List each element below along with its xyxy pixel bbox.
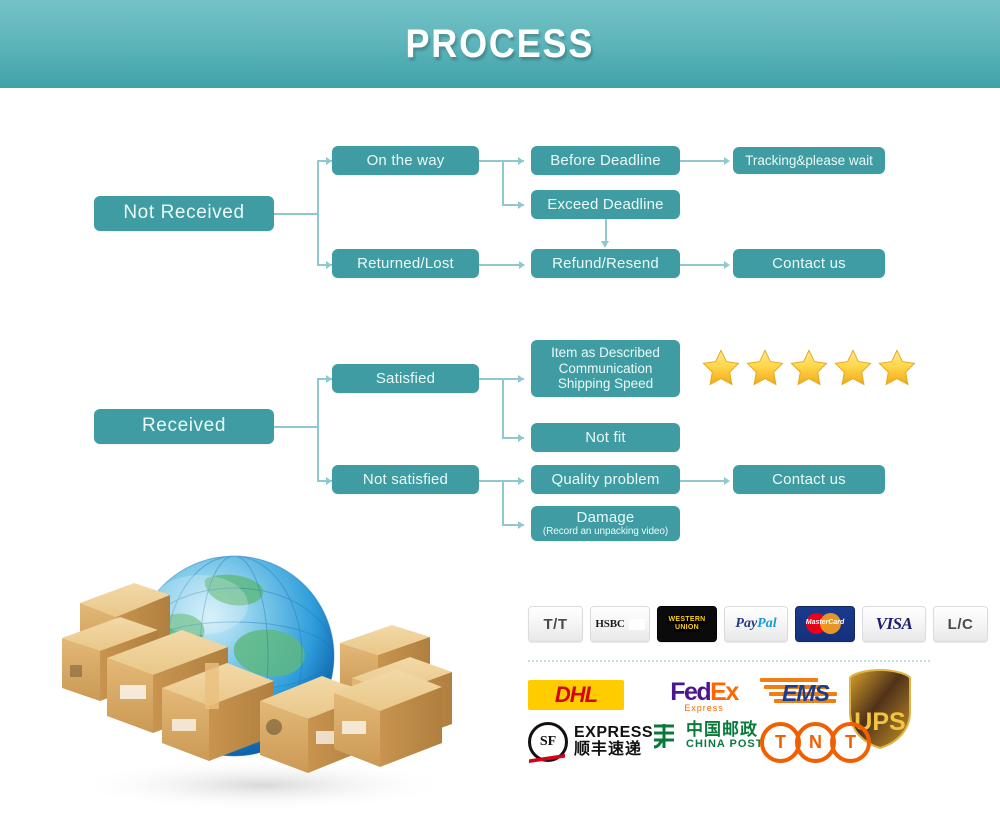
node-not-satisfied[interactable]: Not satisfied [332,465,479,494]
payment-label-paypal-b: Pal [757,616,777,631]
carrier-label-ems: EMS [782,680,830,706]
node-received[interactable]: Received [94,409,274,444]
carrier-label-fedex-a: Fed [670,678,711,706]
payment-label-mastercard: MasterCard [805,619,845,626]
arrow-to-quality-problem [518,476,524,485]
node-contact-us-2[interactable]: Contact us [733,465,885,494]
arrow-quality-to-contact [724,476,730,485]
connector-root-trunk [317,160,319,265]
process-infographic-page: PROCESS Not Received On the way Returned… [0,0,1000,836]
carrier-logo-sf-express[interactable]: SF EXPRESS 顺丰速递 [528,722,654,763]
node-returned-lost[interactable]: Returned/Lost [332,249,479,278]
node-exceed-deadline[interactable]: Exceed Deadline [531,190,680,219]
section-divider [528,660,930,662]
node-on-the-way[interactable]: On the way [332,146,479,175]
rating-stars [702,348,916,386]
connector-refund-to-contact [680,264,726,266]
star-icon [702,349,740,386]
node-not-received[interactable]: Not Received [94,196,274,231]
node-refund-resend[interactable]: Refund/Resend [531,249,680,278]
carrier-label-chinapost-cn: 中国邮政 [686,719,758,739]
sf-circle-icon: SF [528,722,568,763]
connector-notsatisfied-trunk [502,480,504,525]
connector-received-stem [274,426,318,428]
carrier-label-tnt-3: T [845,732,856,752]
payment-methods-row: T/T HSBC WESTERN UNION Pay Pal MasterCard… [528,606,988,642]
arrow-to-rating-box [518,374,524,383]
payment-logo-tt[interactable]: T/T [528,606,583,642]
carrier-logo-fedex[interactable]: FedEx Express [658,678,750,713]
rating-criteria-line-2: Communication [558,360,653,376]
node-before-deadline[interactable]: Before Deadline [531,146,680,175]
connector-exceed-to-refund [605,219,607,243]
carrier-mark-sf: SF [539,734,557,749]
payment-logo-hsbc[interactable]: HSBC [590,606,650,642]
arrow-to-exceed-deadline [518,200,524,209]
node-contact-us-1[interactable]: Contact us [733,249,885,278]
arrow-refund-to-contact [724,260,730,269]
damage-title: Damage [576,508,635,526]
payment-logo-western-union[interactable]: WESTERN UNION [657,606,717,642]
payment-label-paypal-a: Pay [735,616,758,631]
payment-logo-mastercard[interactable]: MasterCard [795,606,855,642]
carrier-label-chinapost-en: CHINA POST [686,737,764,750]
payment-logo-lc[interactable]: L/C [933,606,988,642]
connector-returned-to-refund [479,264,524,266]
carrier-label-sf-en: EXPRESS [574,724,654,742]
node-not-fit[interactable]: Not fit [531,423,680,452]
node-satisfied[interactable]: Satisfied [332,364,479,393]
connector-to-tracking [680,160,726,162]
connector-received-trunk [317,378,319,480]
star-icon [790,349,828,386]
star-icon [878,349,916,386]
rating-criteria-line-1: Item as Described [551,344,660,360]
connector-quality-to-contact [680,480,726,482]
payment-label-wu-line1: WESTERN [667,616,707,624]
carrier-label-tnt-1: T [775,732,786,752]
carrier-logo-tnt[interactable]: T N T [760,722,871,763]
arrow-returned-to-refund [519,260,525,269]
carrier-logo-china-post[interactable]: 中国邮政 CHINA POST [648,720,763,752]
payment-label-visa: VISA [875,614,913,633]
connector-root-stem [274,213,318,215]
hsbc-hexagon-icon [628,618,645,630]
arrow-to-tracking [724,156,730,165]
payment-logo-paypal[interactable]: Pay Pal [724,606,788,642]
carrier-logo-dhl[interactable]: DHL [528,680,624,710]
arrow-to-before-deadline [518,156,524,165]
connector-satisfied-trunk [502,378,504,438]
damage-subtitle: (Record an unpacking video) [542,526,669,538]
sf-red-swoosh-icon [529,754,565,763]
payment-logo-visa[interactable]: VISA [862,606,926,642]
arrow-to-damage [518,520,524,529]
star-icon [834,349,872,386]
carrier-label-fedex-b: Ex [710,678,739,706]
arrow-exceed-to-refund [601,241,609,248]
china-post-emblem-icon [653,724,674,749]
page-title: PROCESS [405,21,595,66]
carrier-label-dhl: DHL [554,682,598,707]
globe-illustration [62,555,452,811]
node-rating-criteria[interactable]: Item as Described Communication Shipping… [531,340,680,397]
node-quality-problem[interactable]: Quality problem [531,465,680,494]
payment-label-lc: L/C [947,615,974,633]
rating-criteria-line-3: Shipping Speed [557,376,654,392]
star-icon [746,349,784,386]
payment-label-tt: T/T [543,615,568,633]
payment-label-hsbc: HSBC [595,618,625,630]
carrier-label-sf-cn: 顺丰速递 [574,741,643,759]
carrier-label-tnt-2: N [809,732,822,752]
page-header: PROCESS [0,0,1000,88]
tnt-circle-icon: T [830,722,871,763]
node-damage[interactable]: Damage (Record an unpacking video) [531,506,680,541]
arrow-to-not-fit [518,433,524,442]
payment-label-wu-line2: UNION [673,624,701,632]
node-tracking-please-wait[interactable]: Tracking&please wait [733,147,885,174]
globe-shipping-graphic [22,533,492,823]
connector-ontheway-trunk [502,160,504,205]
